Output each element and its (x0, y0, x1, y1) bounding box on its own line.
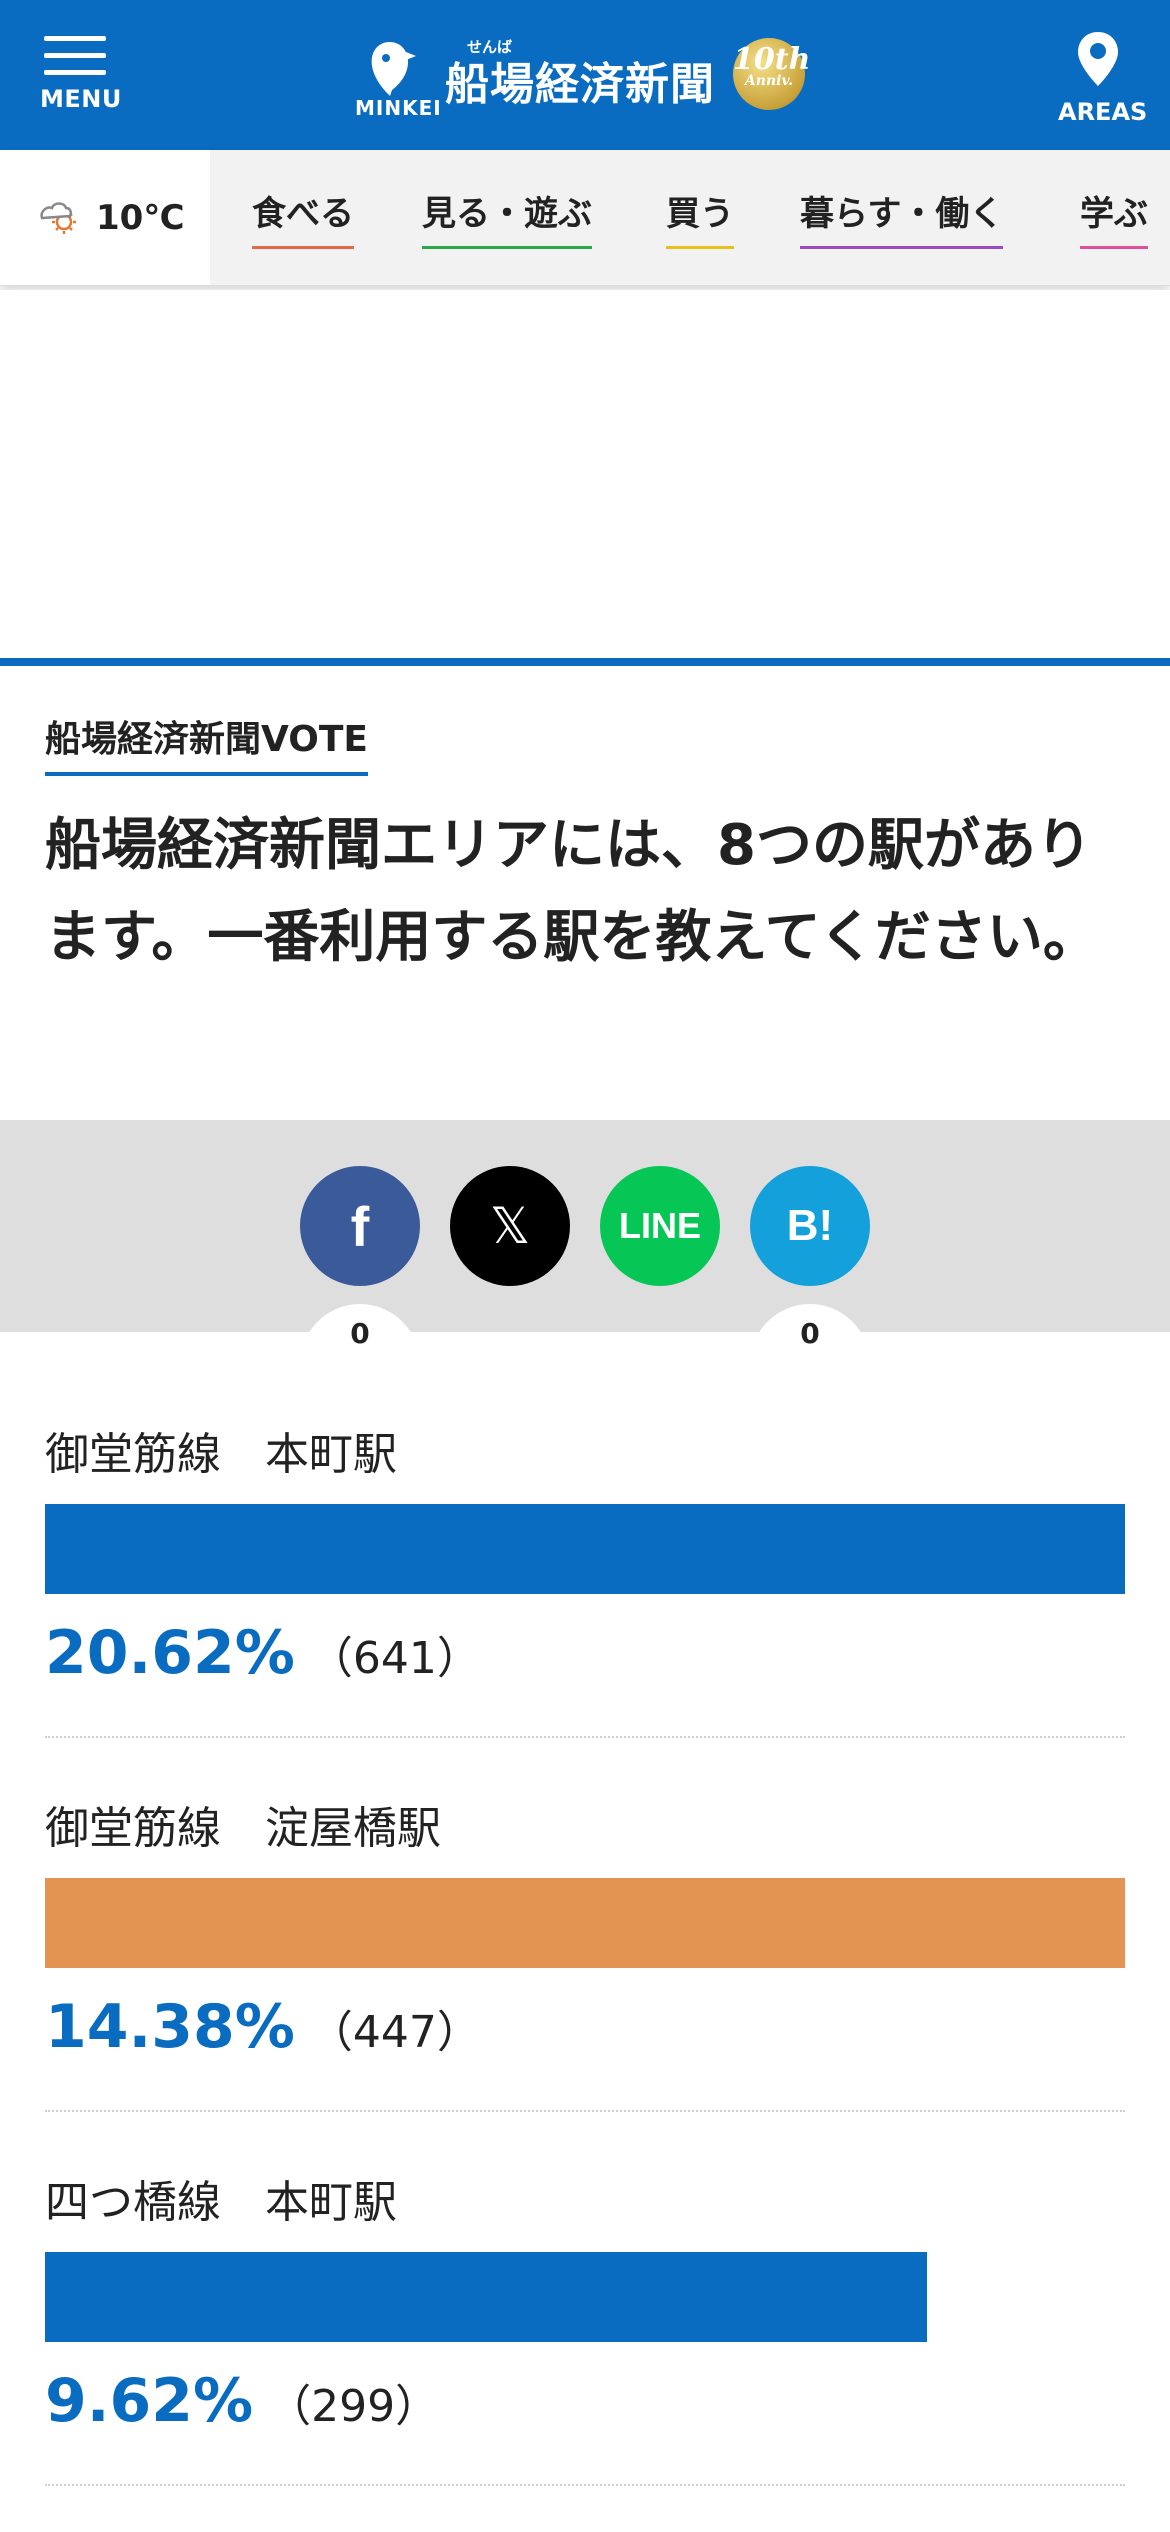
vote-question: 船場経済新聞エリアには、8つの駅があります。一番利用する駅を教えてください。 (45, 813, 1099, 970)
vote-result-item: 御堂筋線 本町駅 20.62% （641） (45, 1418, 1125, 1738)
category-tab-live-work[interactable]: 暮らす・働く (800, 186, 1004, 249)
vote-result-item: 四つ橋線 本町駅 9.62% （299） (45, 2166, 1125, 2486)
weather-temperature: 10℃ (96, 198, 185, 238)
category-label: 見る・遊ぶ (422, 194, 592, 234)
category-tab-learn[interactable]: 学ぶ (1080, 186, 1148, 249)
hamburger-icon (44, 36, 106, 75)
cloudy-sun-icon (40, 202, 76, 234)
menu-label: MENU (40, 85, 122, 113)
vote-option-name: 四つ橋線 本町駅 (45, 2177, 397, 2228)
vote-option-name: 御堂筋線 淀屋橋駅 (45, 1803, 441, 1854)
vote-count: （299） (267, 2381, 440, 2432)
vote-count: （641） (308, 1633, 481, 1684)
vote-percent: 14.38% (45, 1992, 295, 2062)
facebook-share-button[interactable]: f (300, 1166, 420, 1286)
areas-label: AREAS (1058, 98, 1148, 126)
weather-widget[interactable]: 10℃ (0, 150, 210, 285)
category-underline (1080, 246, 1148, 249)
map-pin-icon (1078, 32, 1118, 86)
category-label: 学ぶ (1080, 194, 1148, 234)
category-tab-eat[interactable]: 食べる (252, 186, 354, 249)
vote-result-stat: 14.38% （447） (45, 1992, 481, 2062)
category-underline (666, 246, 734, 249)
category-underline (422, 246, 592, 249)
vote-count: （447） (308, 2007, 481, 2058)
anniversary-badge: 10th Anniv. (733, 38, 810, 110)
site-header: MENU MINKEI せんば 船場経済新聞 10th Anniv. AREAS (0, 0, 1170, 150)
category-nav: 10℃ 食べる 見る・遊ぶ 買う 暮らす・働く 学ぶ (0, 150, 1170, 286)
x-share-button[interactable]: 𝕏 (450, 1166, 570, 1286)
facebook-icon: f (350, 1194, 370, 1258)
divider (45, 2110, 1125, 2112)
vote-percent: 9.62% (45, 2366, 254, 2436)
category-label: 買う (666, 194, 734, 234)
logo-title: 船場経済新聞 (445, 59, 715, 110)
line-icon: LINE (618, 1205, 701, 1246)
vote-section-border (0, 658, 1170, 666)
vote-section-label: 船場経済新聞VOTE (45, 710, 368, 776)
category-underline (252, 246, 354, 249)
divider (45, 1736, 1125, 1738)
category-label: 食べる (252, 194, 354, 234)
vote-result-bar (45, 1878, 1125, 1968)
share-bar: f 𝕏 LINE B! (0, 1120, 1170, 1332)
menu-button[interactable]: MENU (40, 36, 122, 126)
hatena-bookmark-icon: B! (786, 1201, 834, 1250)
hatena-bookmark-button[interactable]: B! (750, 1166, 870, 1286)
vote-result-bar (45, 1504, 1125, 1594)
logo-minkei-text: MINKEI (355, 96, 442, 120)
vote-result-item: 御堂筋線 淀屋橋駅 14.38% （447） (45, 1792, 1125, 2112)
vote-option-name: 御堂筋線 本町駅 (45, 1429, 397, 1480)
line-share-button[interactable]: LINE (600, 1166, 720, 1286)
vote-result-stat: 9.62% （299） (45, 2366, 439, 2436)
category-tab-buy[interactable]: 買う (666, 186, 734, 249)
ad-space (0, 290, 1170, 660)
x-icon: 𝕏 (489, 1197, 531, 1255)
category-underline (800, 246, 1004, 249)
areas-button[interactable]: AREAS (1058, 30, 1148, 126)
vote-result-bar (45, 2252, 927, 2342)
category-tab-see-play[interactable]: 見る・遊ぶ (422, 186, 592, 249)
site-logo[interactable]: MINKEI せんば 船場経済新聞 10th Anniv. (355, 30, 815, 125)
category-label: 暮らす・働く (800, 194, 1004, 234)
divider (45, 2484, 1125, 2486)
vote-result-stat: 20.62% （641） (45, 1618, 481, 1688)
minkei-bird-icon (355, 38, 425, 102)
vote-percent: 20.62% (45, 1618, 295, 1688)
